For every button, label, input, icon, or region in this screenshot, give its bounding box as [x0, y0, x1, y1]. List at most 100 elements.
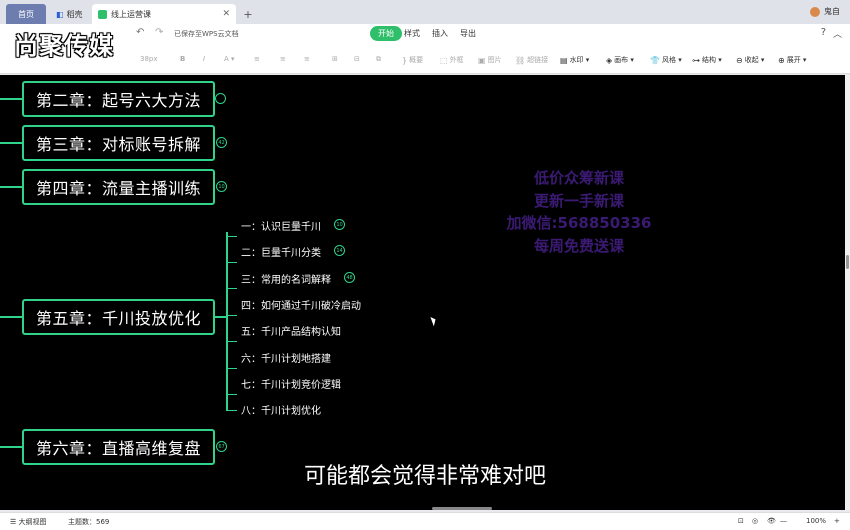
hyperlink-button[interactable]: ⛓ 超链接: [515, 55, 548, 65]
chapter-title: 第四章：流量主播训练: [36, 179, 202, 198]
expand-label: 展开: [786, 56, 801, 64]
insert-subtopic-icon[interactable]: ⊟: [354, 55, 360, 63]
chapter-node-4[interactable]: 第四章：流量主播训练: [22, 169, 215, 205]
mindmap-canvas[interactable]: 第二章：起号六大方法 第三章：对标账号拆解 42 第四章：流量主播训练 10 第…: [0, 75, 845, 510]
plus-circle-icon: ⊕: [778, 55, 785, 65]
scrollbar-thumb[interactable]: [846, 255, 849, 269]
image-button[interactable]: ▣ 图片: [478, 55, 502, 65]
hyperlink-label: 超链接: [527, 56, 549, 64]
summary-icon: }: [402, 55, 408, 65]
view-icon[interactable]: 👁: [767, 517, 776, 525]
tab-home[interactable]: 首页: [6, 4, 46, 24]
fit-screen-icon[interactable]: ⊡: [738, 517, 744, 525]
italic-icon[interactable]: I: [203, 55, 205, 63]
branch-line: [227, 262, 237, 263]
summary-button[interactable]: } 概要: [402, 55, 423, 65]
font-color-icon[interactable]: A ▾: [224, 55, 235, 63]
new-tab-button[interactable]: +: [238, 4, 258, 24]
menu-tab-start[interactable]: 开始: [370, 26, 402, 41]
child-count-badge[interactable]: 48: [344, 272, 355, 283]
subtopic-8[interactable]: 八：千川计划优化: [241, 402, 321, 417]
watermark-icon: ▤: [560, 55, 568, 65]
chapter-node-2[interactable]: 第二章：起号六大方法: [22, 81, 215, 117]
subtopic-6[interactable]: 六：千川计划地搭建: [241, 350, 331, 365]
align-center-icon[interactable]: ≡: [280, 55, 286, 63]
bold-icon[interactable]: B: [180, 55, 185, 63]
child-count-badge[interactable]: 10: [216, 181, 227, 192]
subtopic-label: 六：千川计划地搭建: [241, 354, 331, 365]
subtopic-label: 三：常用的名词解释: [241, 275, 331, 286]
chapter-title: 第六章：直播高维复盘: [36, 439, 202, 458]
connector: [0, 98, 22, 100]
subtopic-3[interactable]: 三：常用的名词解释: [241, 271, 331, 286]
child-count-badge[interactable]: 42: [216, 137, 227, 148]
close-tab-icon[interactable]: ✕: [222, 9, 230, 19]
badge-count: 67: [218, 443, 225, 450]
insert-sibling-icon[interactable]: ⧉: [376, 55, 381, 64]
font-size-select[interactable]: 38px: [140, 55, 158, 63]
align-right-icon[interactable]: ≡: [304, 55, 310, 63]
frame-button[interactable]: ⬚ 外框: [440, 55, 464, 65]
user-name: 鬼自: [824, 7, 840, 16]
watermark-button[interactable]: ▤ 水印 ▾: [560, 55, 589, 65]
style-button[interactable]: 👕 风格 ▾: [650, 55, 682, 65]
collapse-button[interactable]: ⊖ 收起 ▾: [736, 55, 764, 65]
subtopic-5[interactable]: 五：千川产品结构认知: [241, 323, 341, 338]
structure-button[interactable]: ⊶ 结构 ▾: [692, 55, 722, 65]
help-icon[interactable]: ?: [821, 27, 826, 38]
summary-label: 概要: [409, 56, 424, 64]
bracket-line: [226, 232, 228, 411]
badge-count: 42: [218, 139, 225, 146]
horizontal-scrollbar[interactable]: [432, 507, 492, 510]
chapter-title: 第三章：对标账号拆解: [36, 135, 202, 154]
redo-icon[interactable]: ↷: [155, 27, 163, 38]
connector: [0, 142, 22, 144]
child-count-badge[interactable]: 14: [334, 245, 345, 256]
branch-line: [227, 341, 237, 342]
subtopic-label: 八：千川计划优化: [241, 406, 321, 417]
user-profile[interactable]: 鬼自: [810, 6, 840, 17]
promo-line: 低价众筹新课: [533, 169, 624, 187]
subtopic-2[interactable]: 二：巨量千川分类: [241, 244, 321, 259]
insert-topic-icon[interactable]: ⊞: [332, 55, 338, 63]
tab-daoke[interactable]: ◧ 稻壳: [50, 4, 90, 24]
child-count-badge[interactable]: 67: [216, 441, 227, 452]
chapter-node-5[interactable]: 第五章：千川投放优化: [22, 299, 215, 335]
subtopic-label: 二：巨量千川分类: [241, 248, 321, 259]
menu-tab-style[interactable]: 样式: [404, 28, 420, 39]
branch-line: [227, 368, 237, 369]
shirt-icon: 👕: [650, 55, 660, 65]
subtopic-label: 五：千川产品结构认知: [241, 327, 341, 338]
locate-icon[interactable]: ◎: [752, 517, 758, 525]
undo-icon[interactable]: ↶: [136, 27, 144, 38]
chapter-node-3[interactable]: 第三章：对标账号拆解: [22, 125, 215, 161]
tab-document[interactable]: 线上运营课 ✕: [92, 4, 236, 24]
zoom-out-button[interactable]: —: [780, 517, 787, 525]
expand-button[interactable]: ⊕ 展开 ▾: [778, 55, 806, 65]
subtopic-1[interactable]: 一：认识巨量千川: [241, 218, 321, 233]
collapse-toggle[interactable]: [215, 93, 226, 104]
outline-view-button[interactable]: ☰ 大纲视图: [10, 517, 47, 527]
badge-count: 10: [218, 183, 225, 190]
branch-line: [227, 394, 237, 395]
subtopic-7[interactable]: 七：千川计划竞价逻辑: [241, 376, 341, 391]
vertical-scrollbar[interactable]: [845, 75, 850, 510]
menu-tab-insert[interactable]: 插入: [432, 28, 448, 39]
align-left-icon[interactable]: ≡: [254, 55, 260, 63]
menu-tab-export[interactable]: 导出: [460, 28, 476, 39]
connector: [0, 316, 22, 318]
promo-line: 每周免费送课: [533, 236, 624, 255]
connector: [0, 446, 22, 448]
canvas-button[interactable]: ◈ 画布 ▾: [606, 55, 634, 65]
subtopic-label: 一：认识巨量千川: [241, 222, 321, 233]
chapter-title: 第二章：起号六大方法: [36, 91, 202, 110]
branch-line: [227, 315, 237, 316]
subtopic-4[interactable]: 四：如何通过千川破冷启动: [241, 297, 361, 312]
structure-icon: ⊶: [692, 55, 700, 65]
child-count-badge[interactable]: 10: [334, 219, 345, 230]
link-icon: ⛓: [515, 55, 526, 65]
zoom-in-button[interactable]: +: [834, 517, 840, 525]
collapse-icon[interactable]: ︿: [833, 27, 842, 40]
promo-line: 加微信:568850336: [506, 214, 652, 232]
outline-view-label: 大纲视图: [18, 518, 47, 526]
